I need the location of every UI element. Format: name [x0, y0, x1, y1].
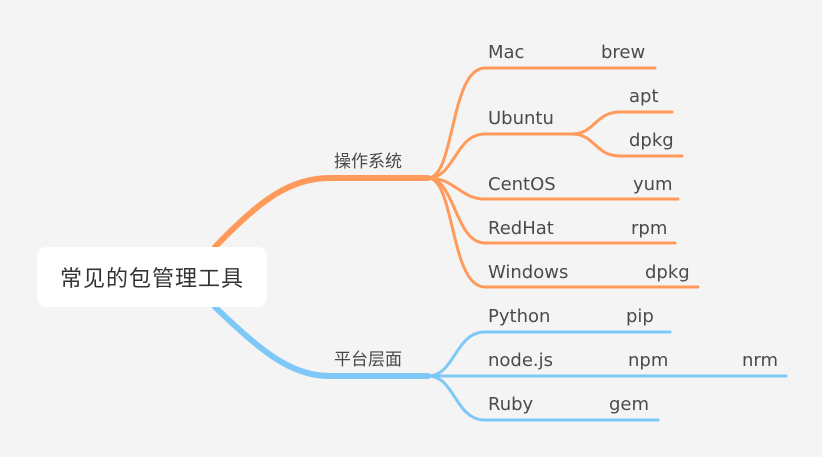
mindmap-connectors [212, 66, 788, 422]
redhat-label[interactable]: RedHat [488, 218, 554, 240]
ubuntu-tool-apt-label[interactable]: apt [629, 86, 659, 108]
windows-label[interactable]: Windows [488, 262, 568, 284]
root-to-os-line [212, 175, 431, 250]
mac-label[interactable]: Mac [488, 42, 524, 64]
ubuntu-tool-dpkg-label[interactable]: dpkg [629, 130, 674, 152]
os-branch-lines [212, 66, 700, 289]
python-tool-label[interactable]: pip [626, 306, 654, 328]
node-label[interactable]: node.js [488, 350, 553, 372]
os-category-label[interactable]: 操作系统 [334, 151, 402, 173]
root-node[interactable]: 常见的包管理工具 [37, 247, 267, 307]
root-label: 常见的包管理工具 [59, 267, 244, 292]
ubuntu-label[interactable]: Ubuntu [488, 108, 554, 130]
mac-tool-label[interactable]: brew [601, 42, 645, 64]
node-tool-npm-label[interactable]: npm [628, 350, 668, 372]
ruby-tool-label[interactable]: gem [609, 394, 649, 416]
centos-label[interactable]: CentOS [488, 174, 556, 196]
node-tool-nrm-label[interactable]: nrm [742, 350, 778, 372]
redhat-tool-label[interactable]: rpm [631, 218, 667, 240]
python-label[interactable]: Python [488, 306, 550, 328]
platform-category-label[interactable]: 平台层面 [334, 349, 402, 371]
centos-tool-label[interactable]: yum [633, 174, 673, 196]
windows-tool-label[interactable]: dpkg [645, 262, 690, 284]
ruby-label[interactable]: Ruby [488, 394, 533, 416]
